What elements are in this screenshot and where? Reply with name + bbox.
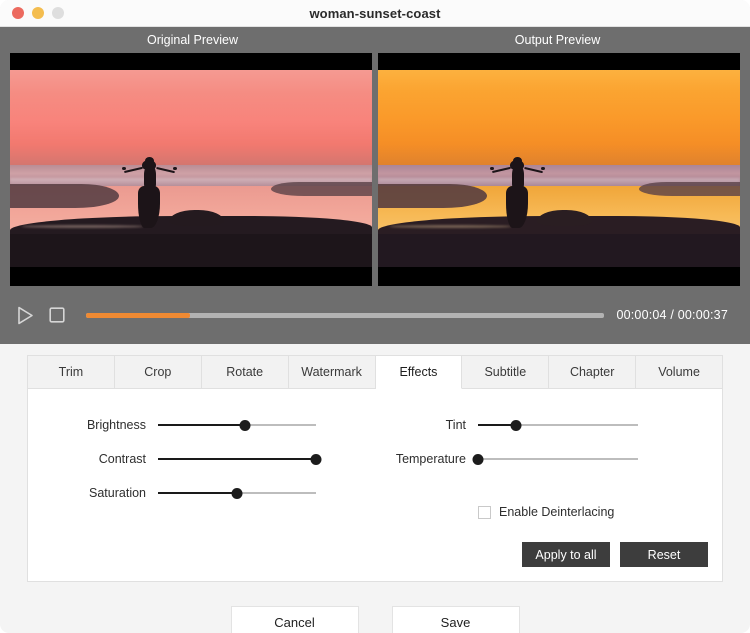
tab-crop[interactable]: Crop <box>114 355 202 389</box>
slider-label-brightness: Brightness <box>86 418 146 432</box>
slider-thumb-brightness[interactable] <box>239 419 251 431</box>
slider-tint[interactable] <box>478 418 638 432</box>
woman-head <box>513 156 522 165</box>
slider-row-brightness: Brightness <box>42 417 382 433</box>
woman-right-arm <box>155 166 175 174</box>
original-preview-label: Original Preview <box>146 33 238 47</box>
cancel-button[interactable]: Cancel <box>230 606 359 633</box>
woman-left-arm <box>492 166 511 174</box>
progress-track[interactable] <box>86 312 605 318</box>
tab-rotate[interactable]: Rotate <box>201 355 289 389</box>
timecode-label: 00:00:04 / 00:00:37 <box>616 308 728 322</box>
slider-thumb-contrast[interactable] <box>310 453 322 465</box>
zoom-button[interactable] <box>52 7 64 19</box>
woman-left-arm <box>124 166 143 174</box>
slider-track-fill <box>158 424 245 426</box>
woman-head <box>145 156 154 165</box>
woman-skirt <box>138 186 161 228</box>
preview-headers: Original Preview Output Preview <box>10 27 740 53</box>
far-shore <box>270 182 372 197</box>
progress-fill <box>86 312 190 318</box>
slider-track-fill <box>158 458 316 460</box>
video-editor-window: woman-sunset-coast Original Preview Outp… <box>0 0 750 633</box>
woman-left-hand <box>489 166 494 171</box>
woman-silhouette <box>120 156 178 228</box>
woman-silhouette <box>488 156 546 228</box>
transport-bar: 00:00:04 / 00:00:37 <box>10 286 740 344</box>
reset-button[interactable]: Reset <box>620 542 708 567</box>
panel-action-buttons: Apply to all Reset <box>522 542 708 567</box>
slider-row-temperature: Temperature <box>382 451 722 467</box>
title-bar: woman-sunset-coast <box>0 0 750 27</box>
preview-panes <box>10 53 740 286</box>
dialog-footer: Cancel Save <box>0 582 750 633</box>
foreground-flat <box>10 233 372 267</box>
slider-contrast[interactable] <box>158 452 322 466</box>
woman-right-hand <box>541 166 546 171</box>
deinterlacing-row: Enable Deinterlacing <box>478 505 722 519</box>
slider-row-saturation: Saturation <box>42 485 382 501</box>
effects-sliders: Brightness Contrast Saturation Tint Tempera… <box>28 389 722 519</box>
window-title: woman-sunset-coast <box>309 5 441 21</box>
woman-left-hand <box>121 166 126 171</box>
sky <box>10 70 372 165</box>
slider-thumb-tint[interactable] <box>510 419 522 431</box>
sand-spit <box>10 184 119 208</box>
deinterlacing-label[interactable]: Enable Deinterlacing <box>499 505 614 519</box>
tab-subtitle[interactable]: Subtitle <box>462 355 550 389</box>
slider-track-fill <box>158 492 237 494</box>
minimize-button[interactable] <box>32 7 44 19</box>
sand-spit <box>378 184 487 208</box>
woman-right-hand <box>173 166 178 171</box>
tab-trim[interactable]: Trim <box>27 355 115 389</box>
output-preview-image[interactable] <box>378 53 740 286</box>
tab-watermark[interactable]: Watermark <box>288 355 376 389</box>
effects-tab-panel: Brightness Contrast Saturation Tint Tempera… <box>27 389 723 582</box>
tab-bar: Trim Crop Rotate Watermark Effects Subtitle Ch… <box>27 355 723 389</box>
original-scene <box>10 70 372 267</box>
output-scene <box>378 70 740 267</box>
video-preview-area: Original Preview Output Preview 00:00:04… <box>0 27 750 344</box>
slider-thumb-temperature[interactable] <box>472 453 484 465</box>
left-slider-column: Brightness Contrast Saturation <box>28 417 382 519</box>
deinterlacing-checkbox[interactable] <box>478 505 491 519</box>
sky <box>378 70 740 165</box>
slider-label-temperature: Temperature <box>395 452 466 466</box>
woman-right-arm <box>523 166 543 174</box>
slider-brightness[interactable] <box>158 418 316 432</box>
stop-icon[interactable] <box>44 302 70 328</box>
seek-bar[interactable] <box>86 308 605 322</box>
slider-label-tint: Tint <box>445 418 466 432</box>
slider-row-tint: Tint <box>382 417 722 433</box>
right-slider-column: Tint Temperature Enable Deinterlacing <box>382 417 722 519</box>
woman-skirt <box>506 186 529 228</box>
save-button[interactable]: Save <box>391 606 520 633</box>
slider-thumb-saturation[interactable] <box>231 487 243 499</box>
tab-volume[interactable]: Volume <box>636 355 723 389</box>
apply-to-all-button[interactable]: Apply to all <box>522 542 610 567</box>
slider-label-saturation: Saturation <box>89 486 146 500</box>
original-preview-image[interactable] <box>10 53 372 286</box>
close-button[interactable] <box>12 7 24 19</box>
editor-panel: Trim Crop Rotate Watermark Effects Subtitle Ch… <box>0 344 750 582</box>
output-preview-label: Output Preview <box>514 33 601 47</box>
slider-label-contrast: Contrast <box>98 452 146 466</box>
tab-chapter[interactable]: Chapter <box>549 355 637 389</box>
foreground-flat <box>378 233 740 267</box>
slider-track-base <box>478 458 638 460</box>
slider-temperature[interactable] <box>472 452 638 466</box>
far-shore <box>638 182 740 197</box>
traffic-light-buttons <box>12 7 64 19</box>
tab-effects[interactable]: Effects <box>375 355 463 389</box>
slider-saturation[interactable] <box>158 486 316 500</box>
play-icon[interactable] <box>12 302 38 328</box>
slider-row-contrast: Contrast <box>42 451 382 467</box>
